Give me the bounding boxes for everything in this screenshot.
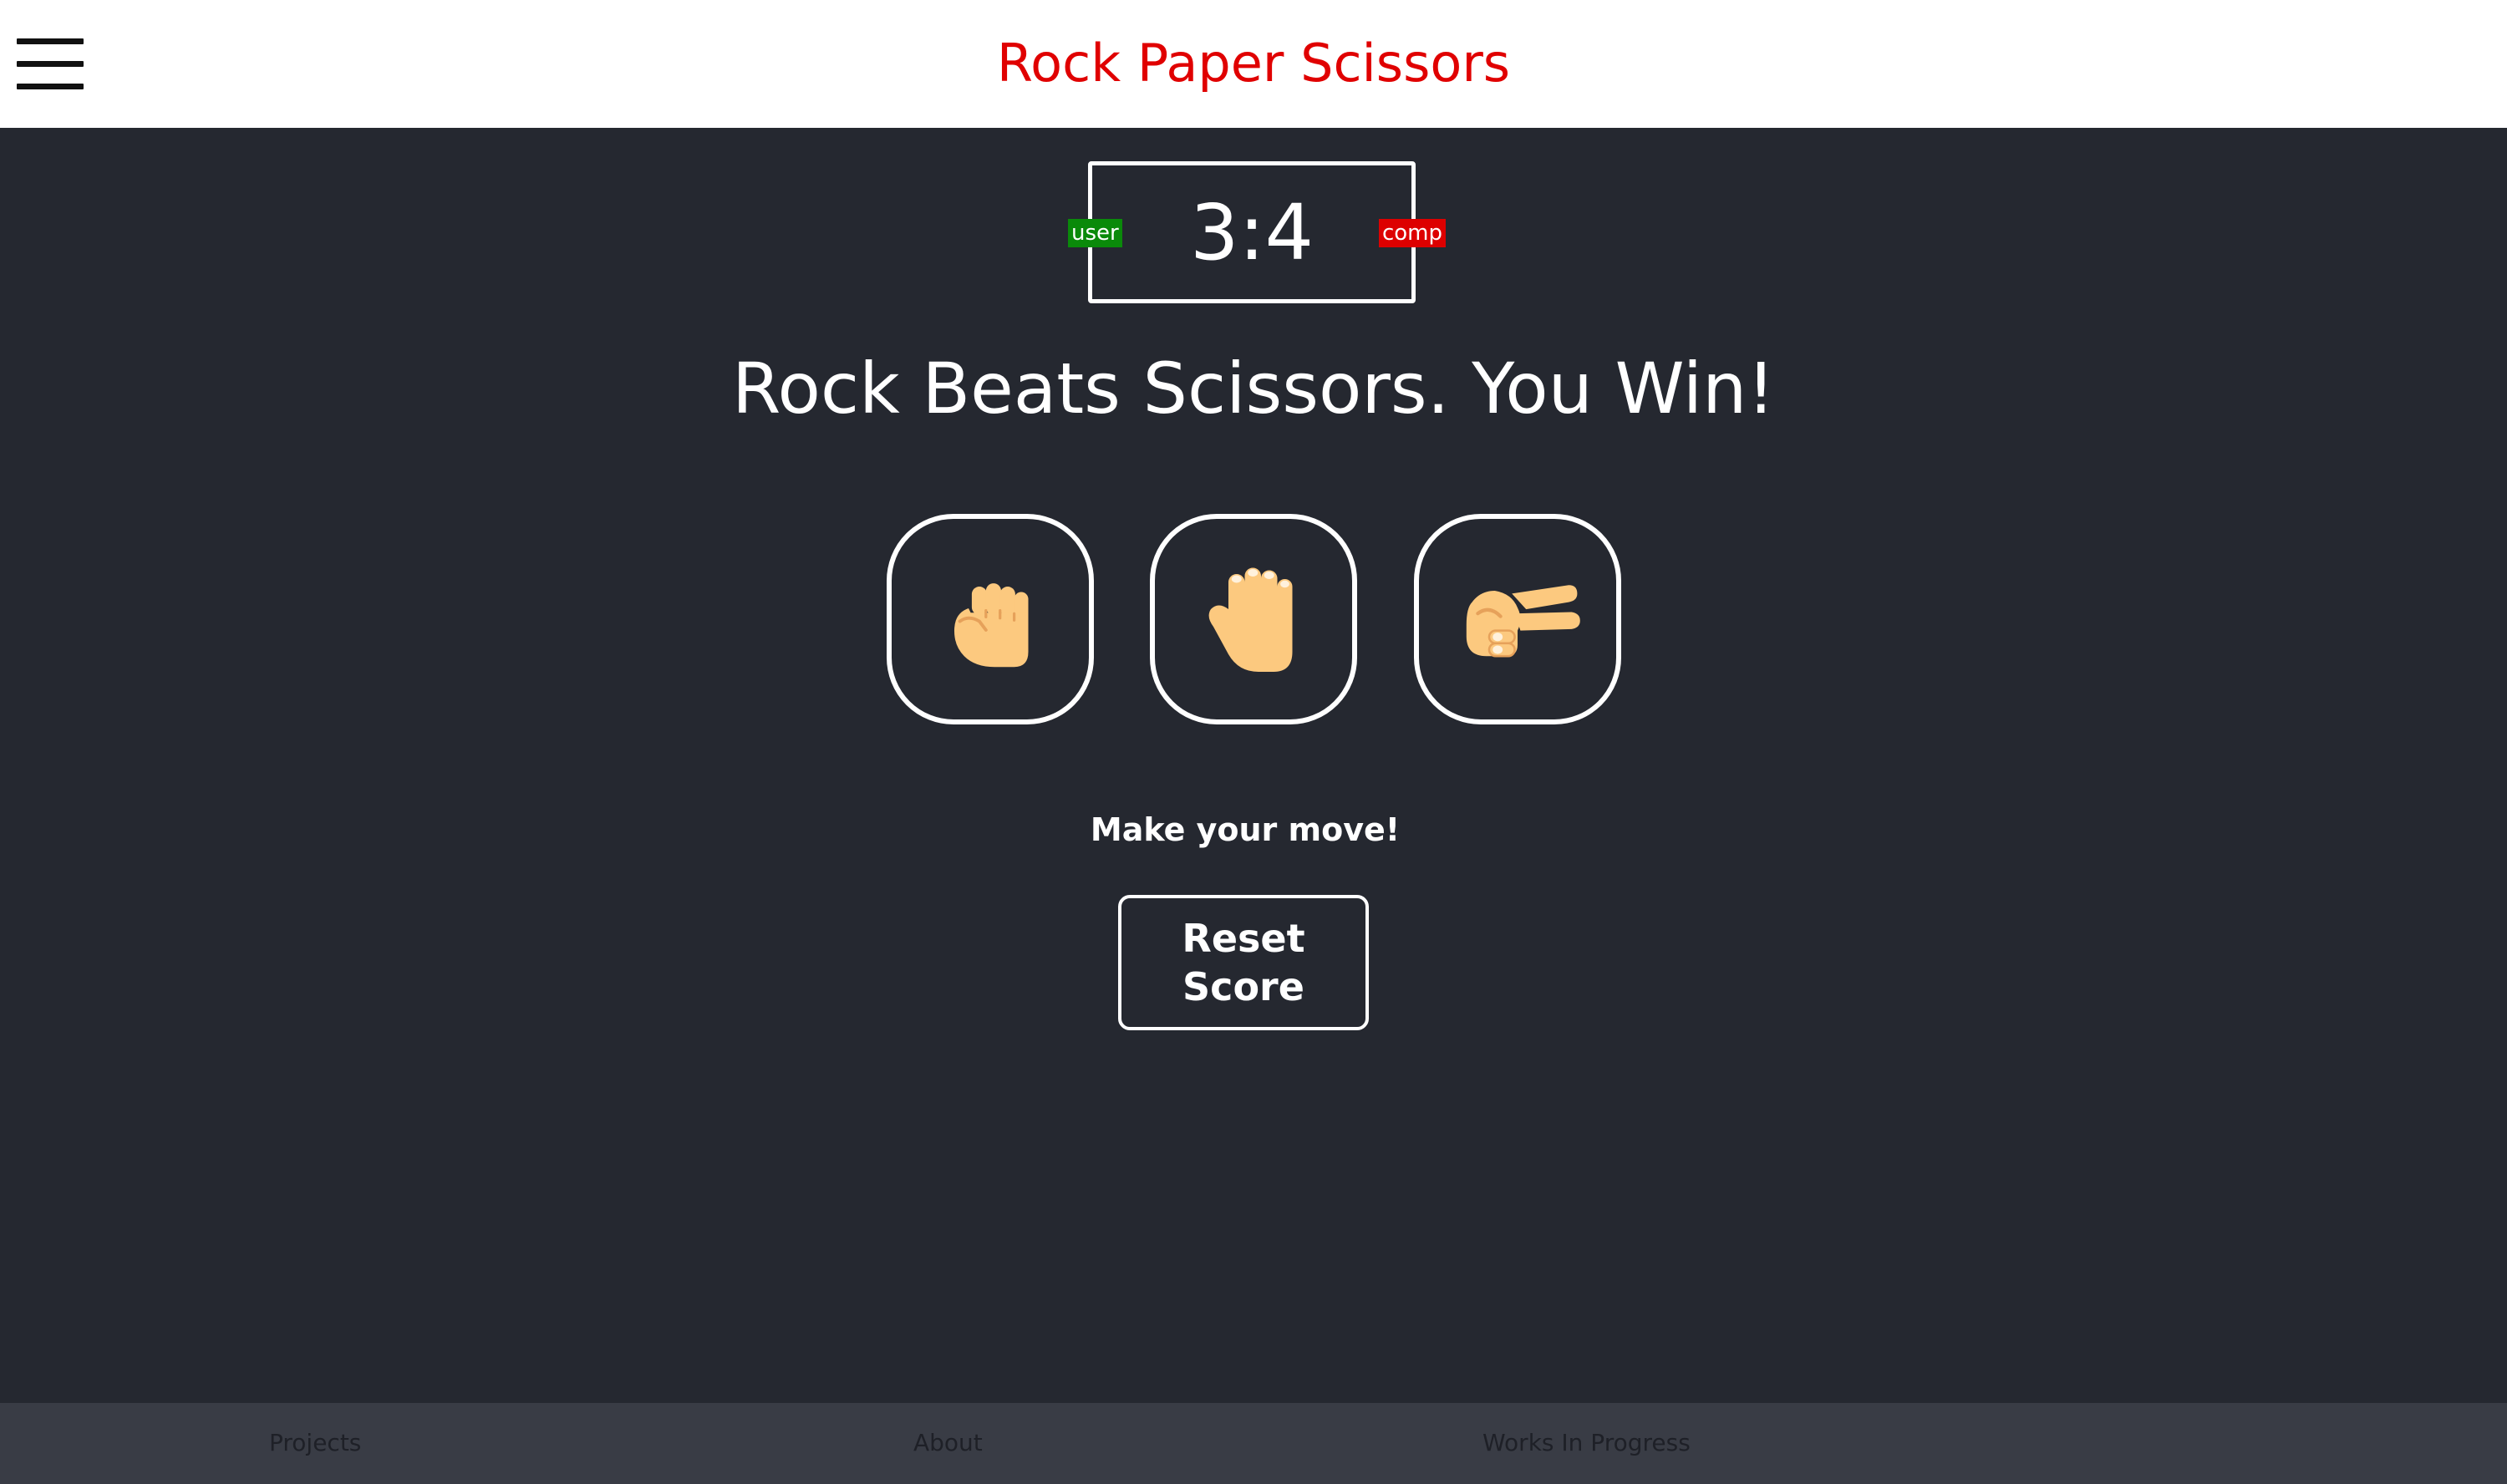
victory-hand-icon — [1466, 585, 1580, 658]
score-display: 3:4 — [1189, 188, 1315, 277]
rock-button[interactable] — [887, 514, 1094, 724]
raised-fist-icon — [953, 583, 1029, 668]
raised-hand-icon — [1208, 567, 1293, 672]
move-prompt: Make your move! — [1090, 811, 1401, 848]
footer-link-works-in-progress[interactable]: Works In Progress — [1482, 1426, 1691, 1460]
footer-link-projects[interactable]: Projects — [269, 1426, 361, 1460]
footer-link-about[interactable]: About — [913, 1426, 983, 1460]
footer-nav: Projects About Works In Progress — [0, 1403, 2507, 1484]
scoreboard: user 3:4 comp — [1068, 161, 1446, 303]
paper-button[interactable] — [1150, 514, 1357, 724]
reset-score-button[interactable]: Reset Score — [1118, 895, 1369, 1030]
result-message: Rock Beats Scissors. You Win! — [731, 348, 1776, 429]
app-header: Rock Paper Scissors — [0, 0, 2507, 128]
app-title: Rock Paper Scissors — [996, 33, 1511, 94]
comp-score-badge: comp — [1378, 219, 1446, 247]
scissors-button[interactable] — [1414, 514, 1621, 724]
